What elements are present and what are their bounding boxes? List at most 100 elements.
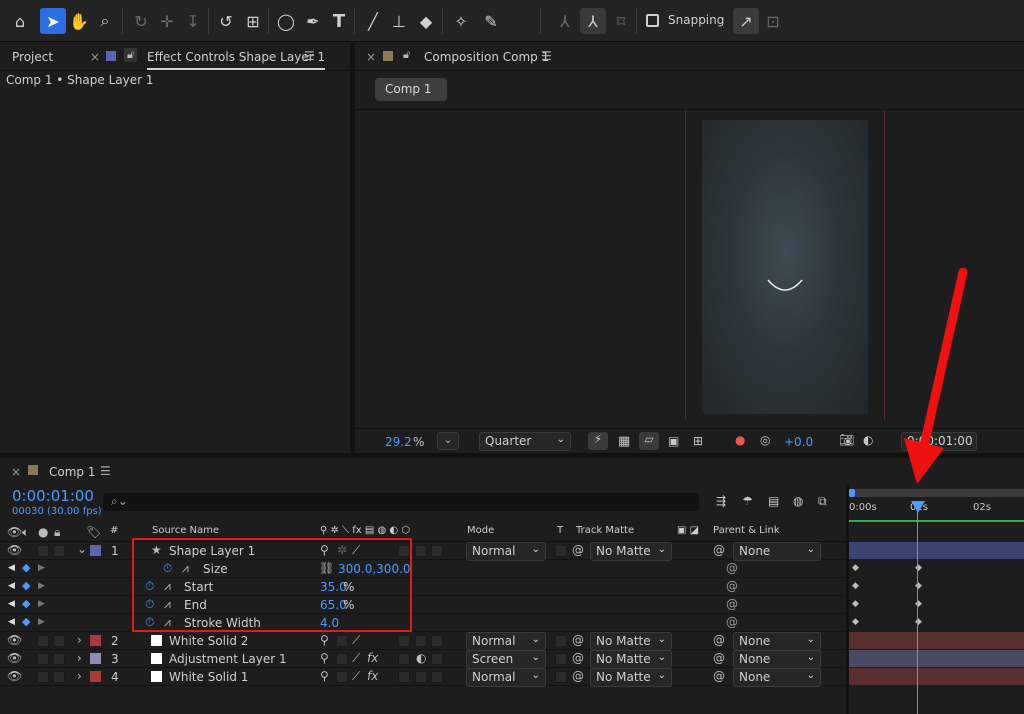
parent-dropdown[interactable]: None ⌄ <box>733 632 821 651</box>
solo-box[interactable] <box>37 545 49 557</box>
prev-keyframe-icon[interactable]: ◀ <box>8 563 15 573</box>
local-axis-icon[interactable]: ⅄ <box>552 8 578 34</box>
switch-box[interactable] <box>336 653 348 665</box>
mode-dropdown[interactable]: Normal ⌄ <box>466 542 546 561</box>
anchor-point-icon[interactable]: ⊞ <box>240 8 266 34</box>
parent-dropdown[interactable]: None ⌄ <box>733 668 821 687</box>
solo-box[interactable] <box>37 653 49 665</box>
quality-switch-icon[interactable]: ⟋ <box>352 651 360 666</box>
pick-whip-icon[interactable]: @ <box>713 669 725 683</box>
layer-row-2[interactable]: 👁︎ › 2 White Solid 2 ⚲ ⟋ Normal ⌄ @ No Ma… <box>0 632 846 651</box>
lock-box[interactable] <box>53 545 65 557</box>
panel-menu-icon[interactable]: ☰ <box>304 49 315 63</box>
solo-box[interactable] <box>37 635 49 647</box>
snap-edges-icon[interactable]: ↗ <box>733 8 759 34</box>
lock-icon[interactable]: 🔓︎ <box>124 48 138 62</box>
rotate-tool-icon[interactable]: ↺ <box>213 8 239 34</box>
zoom-tool-icon[interactable]: ⌕ <box>92 8 118 34</box>
quality-switch-icon[interactable]: ⟋ <box>352 669 360 684</box>
keyframe-diamond-icon[interactable]: ◆ <box>852 581 859 591</box>
panel-menu-icon[interactable]: ☰ <box>541 49 552 63</box>
keyframe-diamond-icon[interactable]: ◆ <box>22 615 30 628</box>
home-icon[interactable]: ⌂ <box>7 8 33 34</box>
layer-bar-2[interactable] <box>849 632 1024 649</box>
pan-camera-icon[interactable]: ✛ <box>154 8 180 34</box>
resolution-dropdown[interactable]: Quarter ⌄ <box>479 432 571 451</box>
eye-icon[interactable]: 👁︎ <box>7 651 22 665</box>
layer-color-label[interactable] <box>90 545 101 556</box>
color-management-icon[interactable]: ◎ <box>760 433 770 447</box>
layer-color-label[interactable] <box>90 635 101 646</box>
expression-pick-icon[interactable]: @ <box>726 579 738 593</box>
playhead-line[interactable] <box>917 501 918 714</box>
work-area-start-handle[interactable] <box>849 489 855 497</box>
keyframe-diamond-icon[interactable]: ◆ <box>852 617 859 627</box>
current-time[interactable]: 0:00:01:00 <box>12 487 94 505</box>
expression-pick-icon[interactable]: @ <box>726 597 738 611</box>
solo-box[interactable] <box>37 671 49 683</box>
exposure-value[interactable]: +0.0 <box>784 435 813 449</box>
property-row-start[interactable]: ◀ ◆ ▶ ⏱︎ ⩘ Start 35.0 % @ <box>0 578 846 596</box>
clone-stamp-icon[interactable]: ⊥ <box>386 8 412 34</box>
next-keyframe-icon[interactable]: ▶ <box>38 563 45 573</box>
expression-pick-icon[interactable]: @ <box>726 615 738 629</box>
track-matte-dropdown[interactable]: No Matte ⌄ <box>590 668 672 687</box>
tab-project[interactable]: Project <box>12 50 53 64</box>
layer-row-1[interactable]: 👁︎ ⌄ 1 ★ Shape Layer 1 ⚲ ✲ ⟋ Normal ⌄ @ N… <box>0 542 846 561</box>
preserve-transparency-box[interactable] <box>555 635 567 647</box>
layer-name[interactable]: White Solid 2 <box>169 634 248 648</box>
region-of-interest-icon[interactable]: ▣ <box>668 434 679 448</box>
work-area-bar[interactable] <box>849 489 1024 497</box>
view-axis-icon[interactable]: ⌑ <box>608 8 634 34</box>
fx-switch-icon[interactable]: fx <box>367 669 378 683</box>
snapping-checkbox[interactable] <box>646 14 659 27</box>
type-tool-icon[interactable]: T <box>326 8 352 34</box>
preserve-transparency-box[interactable] <box>555 653 567 665</box>
layer-row-4[interactable]: 👁︎ › 4 White Solid 1 ⚲ ⟋ fx Normal ⌄ @ No… <box>0 668 846 687</box>
next-keyframe-icon[interactable]: ▶ <box>38 599 45 609</box>
brush-tool-icon[interactable]: ╱ <box>360 8 386 34</box>
draft-3d-icon[interactable]: ☂ <box>742 494 753 508</box>
layer-name[interactable]: Adjustment Layer 1 <box>169 652 287 666</box>
motion-blur-icon[interactable]: ◍ <box>793 494 803 508</box>
keyframe-diamond-icon[interactable]: ◆ <box>852 563 859 573</box>
orbit-camera-icon[interactable]: ↻ <box>128 8 154 34</box>
mask-visibility-icon[interactable]: ▱ <box>639 432 659 450</box>
preserve-transparency-box[interactable] <box>555 671 567 683</box>
close-icon[interactable]: × <box>11 465 21 479</box>
tab-effect-controls[interactable]: Effect Controls Shape Layer 1 <box>147 50 326 70</box>
switch-box[interactable] <box>415 635 427 647</box>
prev-keyframe-icon[interactable]: ◀ <box>8 581 15 591</box>
layer-bar-4[interactable] <box>849 668 1024 685</box>
eye-icon[interactable]: 👁︎ <box>7 543 22 557</box>
matte-link-icon[interactable]: @ <box>572 669 584 683</box>
close-icon[interactable]: × <box>90 50 100 64</box>
comp-mini-flowchart-icon[interactable]: ⇶ <box>716 494 726 508</box>
quality-switch-icon[interactable]: ⟋ <box>352 633 360 648</box>
show-snapshot-icon[interactable]: ◐ <box>863 433 873 447</box>
property-row-end[interactable]: ◀ ◆ ▶ ⏱︎ ⩘ End 65.0 % @ <box>0 596 846 614</box>
track-matte-dropdown[interactable]: No Matte ⌄ <box>590 650 672 669</box>
expand-chevron-icon[interactable]: › <box>77 651 82 665</box>
switch-box[interactable] <box>398 671 410 683</box>
shy-switch-icon[interactable]: ⚲ <box>320 651 329 665</box>
layer-color-label[interactable] <box>90 653 101 664</box>
panel-menu-icon[interactable]: ☰ <box>100 464 111 478</box>
eye-icon[interactable]: 👁︎ <box>7 633 22 647</box>
keyframe-diamond-icon[interactable]: ◆ <box>22 579 30 592</box>
pen-tool-icon[interactable]: ✒ <box>300 8 326 34</box>
pick-whip-icon[interactable]: @ <box>713 633 725 647</box>
prev-keyframe-icon[interactable]: ◀ <box>8 599 15 609</box>
track-matte-dropdown[interactable]: No Matte ⌄ <box>590 542 672 561</box>
eraser-tool-icon[interactable]: ◆ <box>413 8 439 34</box>
snap-features-icon[interactable]: ⊡ <box>760 8 786 34</box>
eye-icon[interactable]: 👁︎ <box>7 669 22 683</box>
parent-dropdown[interactable]: None ⌄ <box>733 542 821 561</box>
playhead-handle-icon[interactable] <box>911 501 925 513</box>
switch-box[interactable] <box>415 545 427 557</box>
mode-dropdown[interactable]: Normal ⌄ <box>466 668 546 687</box>
mode-dropdown[interactable]: Normal ⌄ <box>466 632 546 651</box>
pick-whip-icon[interactable]: @ <box>713 651 725 665</box>
expression-pick-icon[interactable]: @ <box>726 561 738 575</box>
layer-bar-1[interactable] <box>849 542 1024 559</box>
